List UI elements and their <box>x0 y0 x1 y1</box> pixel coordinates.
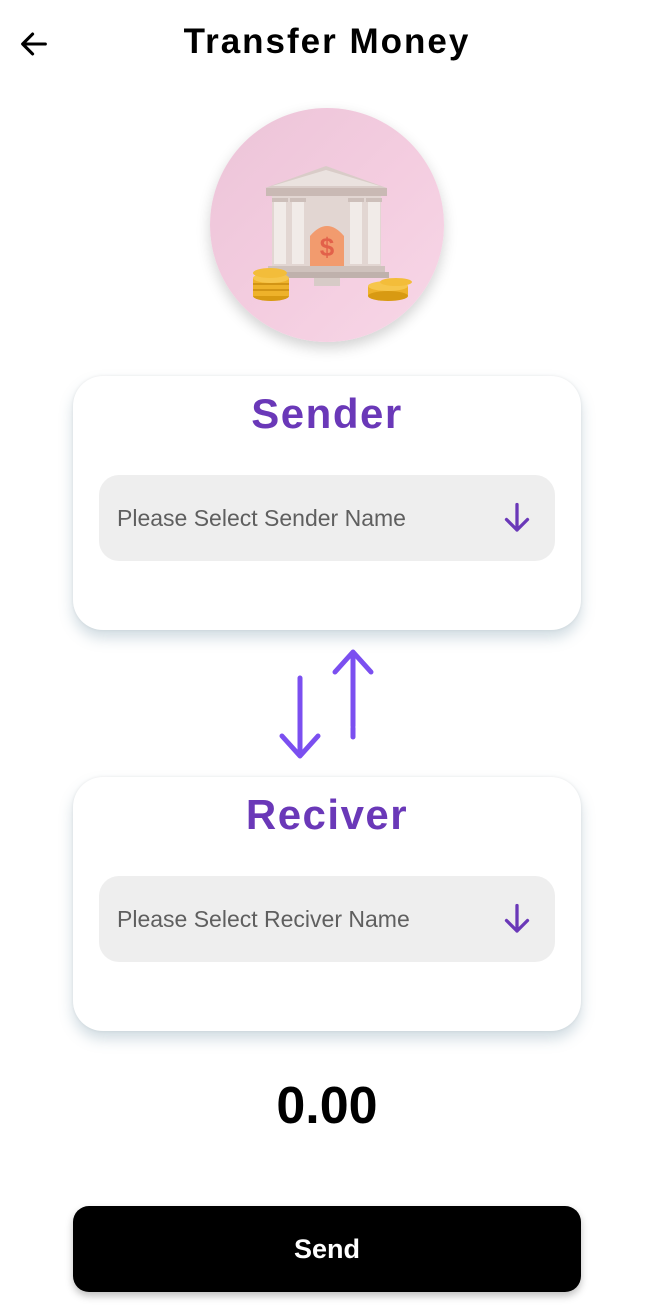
send-button[interactable]: Send <box>73 1206 581 1292</box>
sender-card: Sender Please Select Sender Name <box>73 376 581 630</box>
arrow-down-icon <box>504 502 530 532</box>
page-title: Transfer Money <box>183 22 471 61</box>
receiver-card: Reciver Please Select Reciver Name <box>73 777 581 1031</box>
transfer-money-screen: Transfer Money $ Sender Please Select Se… <box>0 0 654 1306</box>
sender-select[interactable]: Please Select Sender Name <box>99 475 555 561</box>
bank-avatar: $ <box>210 108 444 342</box>
sender-select-placeholder: Please Select Sender Name <box>117 505 406 531</box>
receiver-title: Reciver <box>245 791 409 838</box>
amount-display: 0.00 <box>276 1077 378 1135</box>
sender-title: Sender <box>251 390 403 437</box>
receiver-select-placeholder: Please Select Reciver Name <box>117 906 410 932</box>
app-bar: Transfer Money <box>0 0 654 88</box>
arrow-down-icon <box>504 903 530 933</box>
bank-building-icon: $ <box>253 166 412 301</box>
swap-vertical-icon[interactable] <box>270 640 380 770</box>
svg-text:$: $ <box>320 232 335 262</box>
receiver-select[interactable]: Please Select Reciver Name <box>99 876 555 962</box>
